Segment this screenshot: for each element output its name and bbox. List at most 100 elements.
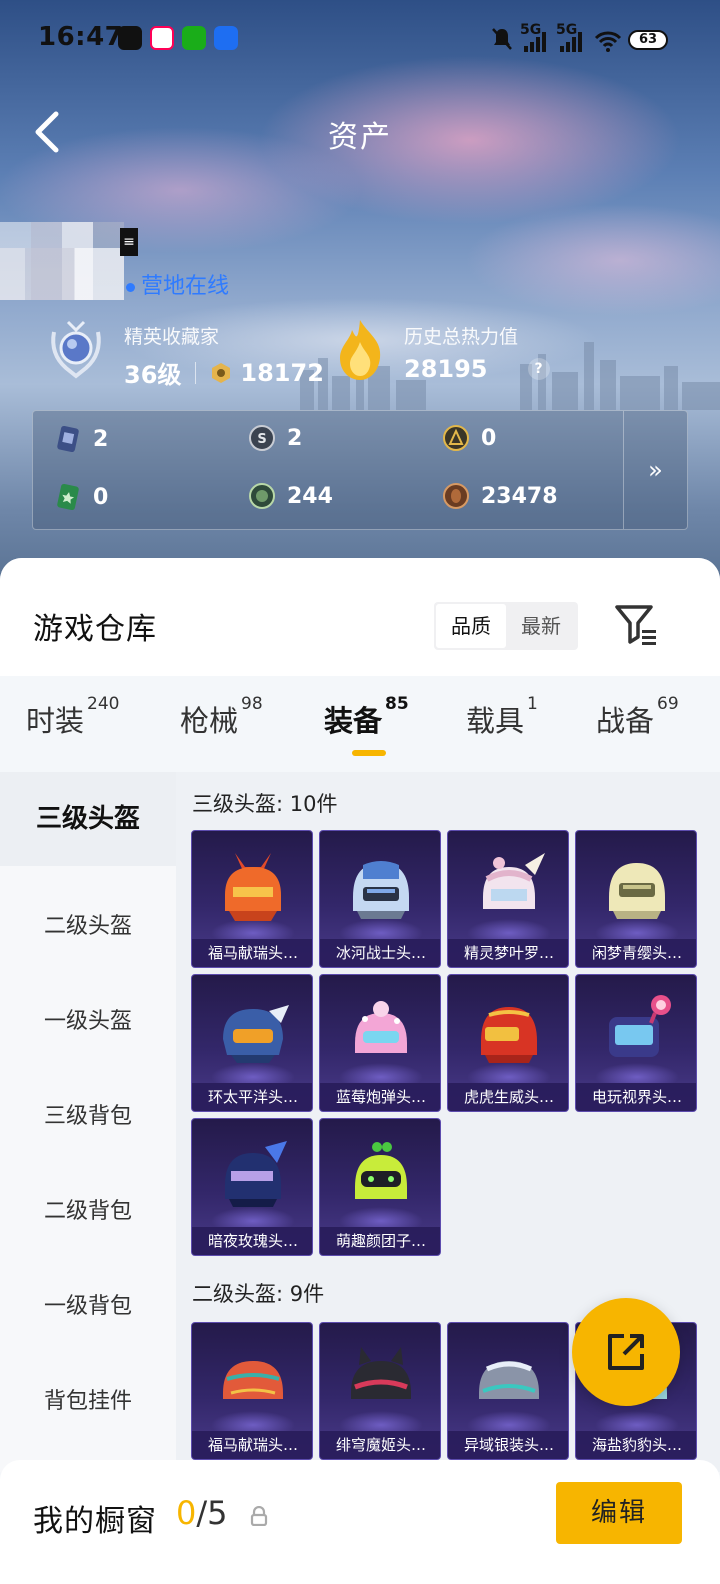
share-button[interactable] bbox=[572, 1298, 680, 1406]
item-card[interactable]: 福马献瑞头… bbox=[191, 1322, 313, 1460]
filter-icon[interactable] bbox=[614, 602, 658, 648]
item-card[interactable]: 环太平洋头… bbox=[191, 974, 313, 1112]
item-card[interactable]: 暗夜玫瑰头… bbox=[191, 1118, 313, 1256]
currency-value: 244 bbox=[287, 483, 333, 509]
signal-2-icon bbox=[560, 32, 582, 52]
item-name: 蓝莓炮弹头… bbox=[320, 1083, 440, 1111]
currency-value: 0 bbox=[481, 425, 497, 451]
taobao-icon bbox=[150, 26, 174, 50]
item-card[interactable]: 蓝莓炮弹头… bbox=[319, 974, 441, 1112]
currency-green-coin-item[interactable]: 244 bbox=[249, 483, 333, 509]
silver-coin-icon: S bbox=[249, 425, 275, 451]
gold-coin-icon bbox=[443, 425, 469, 451]
collector-points-icon bbox=[212, 362, 231, 383]
item-name: 精灵梦叶罗… bbox=[448, 939, 568, 967]
warehouse-title: 游戏仓库 bbox=[33, 612, 157, 647]
tab-weapons[interactable]: 枪械 98 bbox=[180, 694, 263, 740]
showcase-count: 0/5 bbox=[176, 1494, 228, 1532]
sidebar-item-level2-backpack[interactable]: 二级背包 bbox=[0, 1193, 176, 1225]
sidebar-item-level2-helmet[interactable]: 二级头盔 bbox=[0, 908, 176, 940]
elite-level: 36级 bbox=[124, 361, 182, 389]
item-name: 异域银装头… bbox=[448, 1431, 568, 1459]
showcase-title: 我的橱窗 bbox=[33, 1504, 157, 1539]
helmet-green-icon bbox=[609, 863, 665, 919]
tab-vehicles[interactable]: 载具 1 bbox=[466, 694, 538, 740]
item-card[interactable]: 福马献瑞头… bbox=[191, 830, 313, 968]
helmet-arcade-icon bbox=[609, 995, 671, 1057]
sort-by-quality[interactable]: 品质 bbox=[436, 604, 506, 648]
item-name: 闲梦青缨头… bbox=[576, 939, 696, 967]
history-heat-stat[interactable]: 历史总热力值 28195 ? bbox=[404, 322, 550, 383]
showcase-total: /5 bbox=[196, 1494, 228, 1532]
lock-icon bbox=[250, 1506, 268, 1526]
page-title: 资产 bbox=[328, 120, 392, 155]
avatar[interactable] bbox=[0, 222, 124, 300]
active-tab-indicator bbox=[352, 750, 386, 756]
helmet-dumpling-icon bbox=[355, 1142, 407, 1199]
currency-card-item[interactable]: 2 bbox=[55, 425, 108, 453]
item-name: 福马献瑞头… bbox=[192, 939, 312, 967]
currency-green-ticket-item[interactable]: 0 bbox=[55, 483, 108, 511]
showcase-bar: 我的橱窗 0/5 编辑 bbox=[0, 1460, 720, 1584]
helmet-ice-icon bbox=[353, 861, 409, 919]
group-title-level2-helmet: 二级头盔: 9件 bbox=[192, 1282, 325, 1306]
helmet-blueberry-icon bbox=[355, 1001, 407, 1053]
item-name: 虎虎生威头… bbox=[448, 1083, 568, 1111]
sort-by-newest[interactable]: 最新 bbox=[506, 604, 576, 648]
currency-panel: 2 S 2 0 0 244 23478 » bbox=[32, 410, 688, 530]
helmet-rose-icon bbox=[225, 1141, 287, 1207]
signal-1-icon bbox=[524, 32, 546, 52]
helmet-pacific-icon bbox=[223, 1005, 289, 1063]
item-card[interactable]: 电玩视界头… bbox=[575, 974, 697, 1112]
edit-showcase-button[interactable]: 编辑 bbox=[556, 1482, 682, 1544]
category-tabs: 时装 240 枪械 98 装备 85 载具 1 战备 69 bbox=[0, 676, 720, 772]
item-card[interactable]: 闲梦青缨头… bbox=[575, 830, 697, 968]
wifi-icon bbox=[594, 31, 622, 52]
help-icon[interactable]: ? bbox=[527, 358, 550, 380]
showcase-used: 0 bbox=[176, 1494, 197, 1532]
currency-more-button[interactable]: » bbox=[623, 411, 687, 529]
helmet-devil-icon bbox=[351, 1347, 411, 1399]
sidebar-item-level3-backpack[interactable]: 三级背包 bbox=[0, 1098, 176, 1130]
item-card[interactable]: 异域银装头… bbox=[447, 1322, 569, 1460]
currency-gold-coin-item[interactable]: 0 bbox=[443, 425, 496, 451]
card-ticket-icon bbox=[57, 425, 79, 453]
tab-fashion[interactable]: 时装 240 bbox=[26, 694, 119, 740]
online-dot-icon bbox=[126, 282, 135, 292]
helmet-elf-icon bbox=[483, 853, 545, 909]
tab-supplies[interactable]: 战备 69 bbox=[596, 694, 679, 740]
mute-bell-icon bbox=[492, 28, 512, 50]
battery-indicator: 63 bbox=[628, 30, 668, 50]
item-card[interactable]: 虎虎生威头… bbox=[447, 974, 569, 1112]
sidebar-item-level1-backpack[interactable]: 一级背包 bbox=[0, 1288, 176, 1320]
online-status-label: 营地在线 bbox=[141, 274, 230, 299]
status-bar: 16:47 5G 5G 63 bbox=[0, 0, 720, 80]
green-coin-icon bbox=[249, 483, 275, 509]
elite-collector-stat[interactable]: 精英收藏家 36级 18172 bbox=[124, 322, 324, 390]
item-name: 绯穹魔姬头… bbox=[320, 1431, 440, 1459]
item-card[interactable]: 萌趣颜团子… bbox=[319, 1118, 441, 1256]
elite-points: 18172 bbox=[240, 358, 324, 387]
currency-bronze-coin-item[interactable]: 23478 bbox=[443, 483, 558, 509]
tiktok-icon bbox=[118, 26, 142, 50]
svg-text:S: S bbox=[257, 432, 266, 447]
sidebar-item-level3-helmet[interactable]: 三级头盔 bbox=[0, 772, 176, 866]
sidebar-item-level1-helmet[interactable]: 一级头盔 bbox=[0, 1003, 176, 1035]
item-card[interactable]: 绯穹魔姬头… bbox=[319, 1322, 441, 1460]
warehouse-header: 游戏仓库 品质 最新 bbox=[0, 558, 720, 676]
sidebar-item-backpack-charm[interactable]: 背包挂件 bbox=[0, 1383, 176, 1415]
tab-equipment[interactable]: 装备 85 bbox=[324, 694, 409, 740]
item-card[interactable]: 冰河战士头… bbox=[319, 830, 441, 968]
heat-label: 历史总热力值 bbox=[404, 326, 519, 348]
item-card[interactable]: 精灵梦叶罗… bbox=[447, 830, 569, 968]
status-time: 16:47 bbox=[38, 22, 124, 52]
item-name: 环太平洋头… bbox=[192, 1083, 312, 1111]
green-ticket-icon bbox=[57, 483, 79, 511]
item-name: 福马献瑞头… bbox=[192, 1431, 312, 1459]
heat-flame-icon bbox=[340, 320, 381, 380]
helmet-silver-icon bbox=[479, 1361, 539, 1399]
share-external-icon bbox=[608, 1334, 644, 1370]
message-icon bbox=[214, 26, 238, 50]
currency-silver-coin-item[interactable]: S 2 bbox=[249, 425, 302, 451]
currency-value: 0 bbox=[93, 484, 109, 510]
